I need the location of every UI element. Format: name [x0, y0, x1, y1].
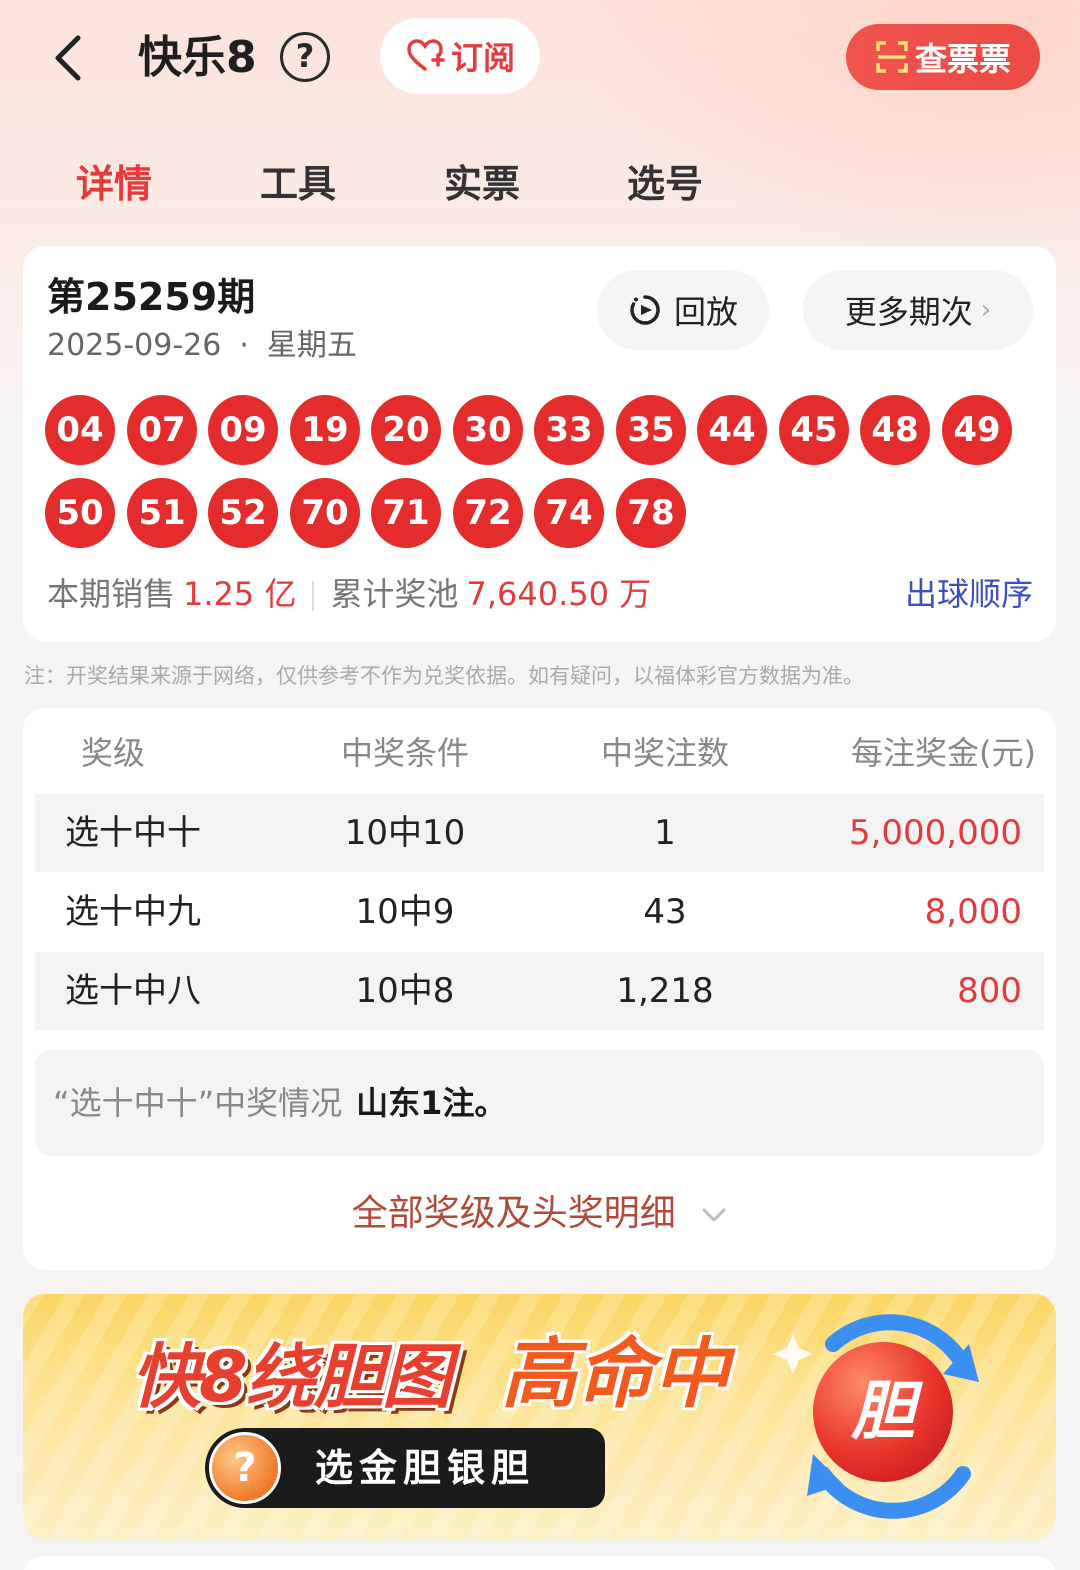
row-amount: 5,000,000	[848, 813, 1022, 853]
all-levels-label: 全部奖级及头奖明细	[351, 1193, 676, 1234]
tab-real-tickets[interactable]: 实票	[444, 156, 520, 212]
subscribe-button[interactable]: 订阅	[380, 18, 540, 94]
separator-dot: ·	[239, 328, 249, 363]
table-row: 选十中九 10中9 43 8,000	[35, 873, 1044, 951]
disclaimer-note: 注：开奖结果来源于网络，仅供参考不作为兑奖依据。如有疑问，以福体彩官方数据为准。	[24, 664, 864, 688]
help-icon[interactable]: ?	[280, 32, 330, 82]
chevron-left-icon	[55, 35, 81, 81]
number-ball: 30	[453, 395, 523, 465]
tab-bar: 详情 工具 实票 选号	[0, 150, 1080, 220]
banner-highlight: 高命中	[501, 1329, 729, 1418]
promo-banner[interactable]: 快8绕胆图 高命中 选金胆银胆 ? 胆	[23, 1294, 1056, 1540]
divider	[312, 581, 315, 611]
heart-plus-icon	[407, 39, 445, 71]
sales-row: 本期销售 1.25 亿累计奖池 7,640.50 万 出球顺序	[47, 572, 1033, 616]
jackpot-winner-info: “选十中十”中奖情况 山东1注。	[35, 1050, 1044, 1156]
number-ball: 33	[534, 395, 604, 465]
number-ball: 09	[208, 395, 278, 465]
chevron-right-icon: ›	[980, 295, 992, 325]
number-ball: 70	[290, 478, 360, 548]
number-ball: 04	[45, 395, 115, 465]
pool-value: 7,640.50 万	[466, 575, 652, 613]
subscribe-label: 订阅	[450, 39, 515, 77]
all-levels-expand-button[interactable]: 全部奖级及头奖明细	[23, 1186, 1056, 1242]
banner-title: 快8绕胆图	[131, 1336, 452, 1418]
table-row: 选十中十 10中10 1 5,000,000	[35, 794, 1044, 872]
row-level: 选十中九	[65, 892, 201, 932]
row-level: 选十中八	[65, 971, 201, 1011]
number-ball: 74	[534, 478, 604, 548]
row-count: 1	[654, 813, 676, 853]
sales-label: 本期销售	[47, 575, 176, 613]
number-ball: 48	[860, 395, 930, 465]
tab-tools[interactable]: 工具	[260, 156, 336, 212]
table-row: 选十中八 10中8 1,218 800	[35, 952, 1044, 1030]
number-ball: 72	[453, 478, 523, 548]
tab-details[interactable]: 详情	[76, 156, 152, 212]
pool-label: 累计奖池	[330, 575, 459, 613]
header-level: 奖级	[81, 734, 146, 772]
number-ball: 44	[697, 395, 767, 465]
draw-result-card: 第25259期 2025-09-26 · 星期五 回放 更多期次 › 04 07 09 1…	[23, 246, 1056, 642]
row-amount: 800	[957, 971, 1022, 1011]
tab-pick-numbers[interactable]: 选号	[627, 156, 703, 212]
number-ball: 45	[779, 395, 849, 465]
draw-order-link[interactable]: 出球顺序	[905, 572, 1033, 616]
number-ball: 49	[942, 395, 1012, 465]
row-amount: 8,000	[924, 892, 1022, 932]
row-condition: 10中10	[344, 813, 466, 853]
issue-number: 第25259期	[47, 275, 256, 319]
banner-ball: 胆	[813, 1342, 953, 1482]
more-issues-button[interactable]: 更多期次 ›	[803, 270, 1033, 350]
number-ball: 51	[127, 478, 197, 548]
row-condition: 10中8	[355, 971, 455, 1011]
number-ball: 71	[371, 478, 441, 548]
draw-date-row: 2025-09-26 · 星期五	[47, 326, 357, 366]
header-amount: 每注奖金(元)	[851, 734, 1036, 772]
number-ball: 20	[371, 395, 441, 465]
number-ball: 50	[45, 478, 115, 548]
header-count: 中奖注数	[600, 734, 729, 772]
check-ticket-label: 查票票	[914, 40, 1011, 78]
back-button[interactable]	[44, 30, 94, 86]
table-header: 奖级 中奖条件 中奖注数 每注奖金(元)	[35, 728, 1044, 778]
winner-info-value: 山东1注。	[356, 1084, 507, 1122]
replay-icon	[630, 295, 660, 325]
number-ball: 78	[616, 478, 686, 548]
row-condition: 10中9	[355, 892, 455, 932]
chevron-down-icon	[702, 1208, 726, 1222]
replay-label: 回放	[673, 293, 738, 331]
check-ticket-button[interactable]: 查票票	[846, 24, 1040, 90]
number-ball: 07	[127, 395, 197, 465]
row-level: 选十中十	[65, 813, 201, 853]
row-count: 43	[643, 892, 687, 932]
row-count: 1,218	[616, 971, 714, 1011]
draw-date: 2025-09-26	[47, 328, 222, 363]
app-header: 快乐8 ? 订阅 查票票	[0, 0, 1080, 120]
more-issues-label: 更多期次	[844, 293, 973, 331]
winner-info-label: “选十中十”中奖情况	[53, 1084, 343, 1122]
question-icon: ?	[209, 1432, 281, 1504]
number-ball: 35	[616, 395, 686, 465]
sales-value: 1.25 亿	[183, 575, 297, 613]
next-card-edge	[23, 1556, 1056, 1570]
number-ball: 19	[290, 395, 360, 465]
page-title: 快乐8	[138, 32, 257, 83]
prize-table-card: 奖级 中奖条件 中奖注数 每注奖金(元) 选十中十 10中10 1 5,000,…	[23, 708, 1056, 1270]
replay-button[interactable]: 回放	[597, 270, 769, 350]
scan-icon	[876, 41, 908, 73]
header-condition: 中奖条件	[340, 734, 469, 772]
number-ball: 52	[208, 478, 278, 548]
draw-weekday: 星期五	[266, 328, 357, 363]
